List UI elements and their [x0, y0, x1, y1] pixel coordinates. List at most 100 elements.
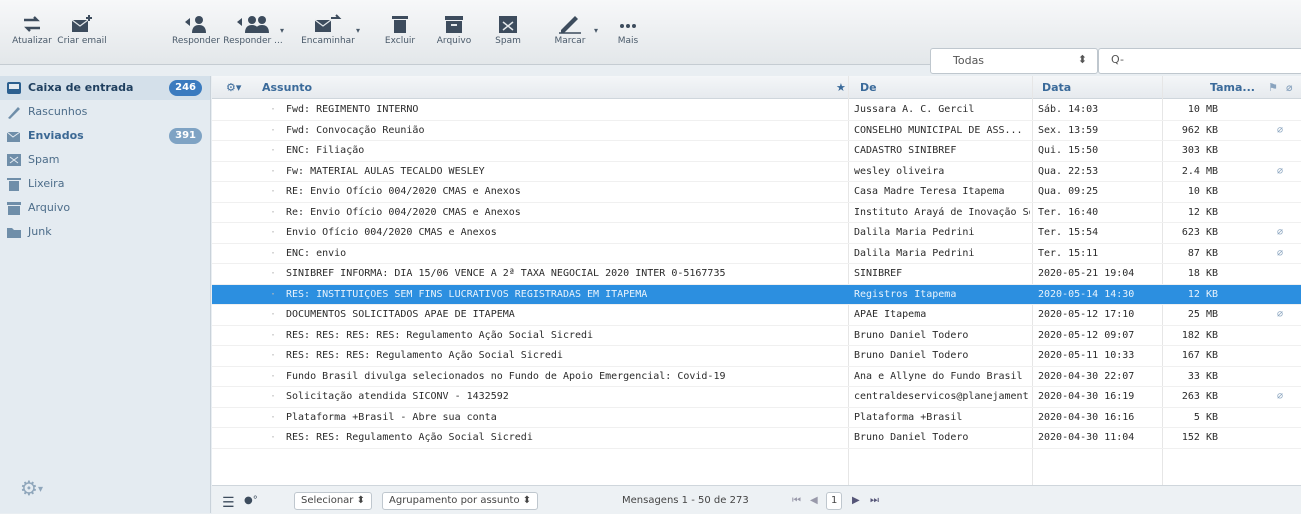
message-from: SINIBREF — [854, 268, 903, 279]
date-column-header[interactable]: Data — [1042, 81, 1071, 94]
message-row[interactable]: · RES: RES: Regulamento Ação Social Sicre… — [212, 428, 1301, 449]
sent-icon — [6, 131, 21, 142]
message-from: Jussara A. C. Gercil — [854, 104, 975, 115]
folder-sent[interactable]: Enviados 391 — [0, 124, 210, 148]
search-input[interactable]: Q- — [1098, 48, 1301, 74]
message-from: Plataforma +Brasil — [854, 411, 963, 423]
chevron-down-icon[interactable]: ▾ — [594, 26, 598, 35]
folder-inbox[interactable]: Caixa de entrada 246 — [0, 76, 210, 100]
message-row[interactable]: · Plataforma +Brasil - Abre sua conta Plat… — [212, 408, 1301, 428]
settings-gear-icon[interactable]: ⚙▾ — [20, 476, 43, 500]
chevron-down-icon[interactable]: ▾ — [356, 26, 360, 35]
message-from: Registros Itapema — [854, 288, 957, 300]
chevron-down-icon[interactable]: ▾ — [280, 26, 284, 35]
message-from: CADASTRO SINIBREF — [854, 145, 957, 156]
archive-button[interactable]: Arquivo — [426, 14, 482, 46]
thread-dot-icon: · — [270, 268, 277, 279]
attachment-icon[interactable]: ⌀ — [1286, 81, 1293, 94]
message-subject: RES: RES: RES: Regulamento Ação Social S… — [286, 350, 563, 361]
spam-button[interactable]: Spam — [480, 14, 536, 46]
folder-junk[interactable]: Junk — [0, 220, 210, 244]
message-row[interactable]: · Re: Envio Ofício 004/2020 CMAS e Anexos… — [212, 203, 1301, 223]
message-row[interactable]: · Fwd: Convocação Reunião CONSELHO MUNICIP… — [212, 121, 1301, 141]
list-options-gear-icon[interactable]: ⚙▾ — [226, 81, 241, 94]
attachment-icon: ⌀ — [1277, 309, 1284, 320]
message-date: 2020-05-11 10:33 — [1038, 350, 1135, 361]
list-view-icon[interactable]: ☰ — [222, 495, 235, 511]
message-size: 12 KB — [1187, 206, 1218, 218]
thread-dot-icon: · — [270, 206, 277, 218]
next-page-icon[interactable]: ▶ — [852, 495, 860, 506]
thread-dot-icon: · — [270, 145, 277, 156]
message-row[interactable]: · RES: RES: RES: Regulamento Ação Social … — [212, 346, 1301, 367]
message-date: Qua. 22:53 — [1038, 165, 1099, 177]
trash-icon — [7, 178, 21, 191]
message-row[interactable]: · Fw: MATERIAL AULAS TECALDO WESLEY wesley… — [212, 162, 1301, 182]
message-date: Ter. 15:54 — [1038, 227, 1099, 238]
flag-icon[interactable]: ⚑ — [1268, 81, 1278, 94]
message-row[interactable]: · RES: INSTITUIÇÕES SEM FINS LUCRATIVOS R… — [212, 284, 1301, 305]
star-icon[interactable]: ★ — [836, 81, 846, 94]
message-row[interactable]: · DOCUMENTOS SOLICITADOS APAE DE ITAPEMA A… — [212, 305, 1301, 326]
filter-select[interactable]: Todas ⬍ — [930, 48, 1098, 74]
message-row[interactable]: · RES: RES: RES: RES: Regulamento Ação So… — [212, 326, 1301, 346]
folder-label: Junk — [28, 225, 52, 238]
message-date: Qui. 15:50 — [1038, 145, 1099, 156]
page-input[interactable]: 1 — [826, 492, 843, 510]
message-size: 5 KB — [1193, 411, 1218, 423]
folder-trash[interactable]: Lixeira — [0, 172, 210, 196]
message-subject: Plataforma +Brasil - Abre sua conta — [286, 411, 497, 423]
first-page-icon[interactable]: ⏮ — [792, 495, 801, 506]
from-column-header[interactable]: De — [860, 81, 877, 94]
message-row[interactable]: · SINIBREF INFORMA: DIA 15/06 VENCE A 2ª … — [212, 264, 1301, 285]
last-page-icon[interactable]: ⏭ — [870, 495, 879, 506]
message-date: 2020-04-30 16:19 — [1038, 391, 1135, 402]
message-list: ⚙▾ Assunto ★ De Data Tama... ⚑ ⌀ · Fwd: R… — [212, 76, 1301, 513]
message-row[interactable]: · RE: Envio Ofício 004/2020 CMAS e Anexos… — [212, 182, 1301, 203]
folder-drafts[interactable]: Rascunhos — [0, 100, 210, 124]
message-subject: Solicitação atendida SICONV - 1432592 — [286, 391, 509, 402]
reply-all-button[interactable]: ▾ Responder ... — [222, 14, 284, 46]
message-from: Ana e Allyne do Fundo Brasil — [854, 370, 1023, 382]
message-from: Dalila Maria Pedrini — [854, 227, 975, 238]
thread-dot-icon: · — [270, 309, 277, 320]
mark-button[interactable]: ▾ Marcar — [542, 14, 598, 46]
size-column-header[interactable]: Tama... — [1210, 81, 1255, 94]
message-row[interactable]: · Fundo Brasil divulga selecionados no Fu… — [212, 367, 1301, 387]
more-icon — [620, 24, 636, 28]
message-size: 623 KB — [1181, 227, 1218, 238]
select-label: Selecionar — [301, 495, 354, 506]
spam-icon — [499, 16, 517, 33]
folder-archive[interactable]: Arquivo — [0, 196, 210, 220]
message-row[interactable]: · Fwd: REGIMENTO INTERNO Jussara A. C. Ger… — [212, 100, 1301, 121]
folder-spam[interactable]: Spam — [0, 148, 210, 172]
unread-badge: 246 — [169, 80, 202, 96]
search-icon[interactable]: Q- — [1111, 53, 1124, 66]
message-row[interactable]: · ENC: Filiação CADASTRO SINIBREF Qui. 15:5… — [212, 141, 1301, 162]
message-subject: RE: Envio Ofício 004/2020 CMAS e Anexos — [286, 186, 521, 197]
prev-page-icon[interactable]: ◀ — [810, 495, 818, 506]
reply-button[interactable]: Responder — [168, 14, 224, 46]
message-from: centraldeservicos@planejament... — [854, 391, 1030, 402]
grouping-label: Agrupamento por assunto — [389, 495, 520, 506]
message-size: 962 KB — [1181, 124, 1218, 136]
forward-button[interactable]: ▾ Encaminhar — [296, 14, 360, 46]
more-button[interactable]: Mais — [600, 14, 656, 46]
message-row[interactable]: · Envio Ofício 004/2020 CMAS e Anexos Dali… — [212, 223, 1301, 244]
message-row[interactable]: · ENC: envio Dalila Maria Pedrini Ter. 15:1… — [212, 244, 1301, 264]
message-date: 2020-04-30 16:16 — [1038, 411, 1135, 423]
threads-icon[interactable]: ●° — [244, 495, 258, 506]
delete-button[interactable]: Excluir — [372, 14, 428, 46]
message-subject: DOCUMENTOS SOLICITADOS APAE DE ITAPEMA — [286, 309, 515, 320]
select-dropdown[interactable]: Selecionar ⬍ — [294, 492, 372, 510]
compose-button[interactable]: Criar email — [54, 14, 110, 46]
message-row[interactable]: · Solicitação atendida SICONV - 1432592 ce… — [212, 387, 1301, 408]
refresh-button[interactable]: Atualizar — [4, 14, 60, 46]
folder-label: Spam — [28, 153, 60, 166]
inbox-icon — [7, 82, 21, 94]
subject-column-header[interactable]: Assunto — [262, 81, 312, 94]
forward-icon — [314, 14, 342, 32]
message-size: 33 KB — [1187, 370, 1218, 382]
message-size: 152 KB — [1181, 432, 1218, 443]
grouping-dropdown[interactable]: Agrupamento por assunto ⬍ — [382, 492, 539, 510]
